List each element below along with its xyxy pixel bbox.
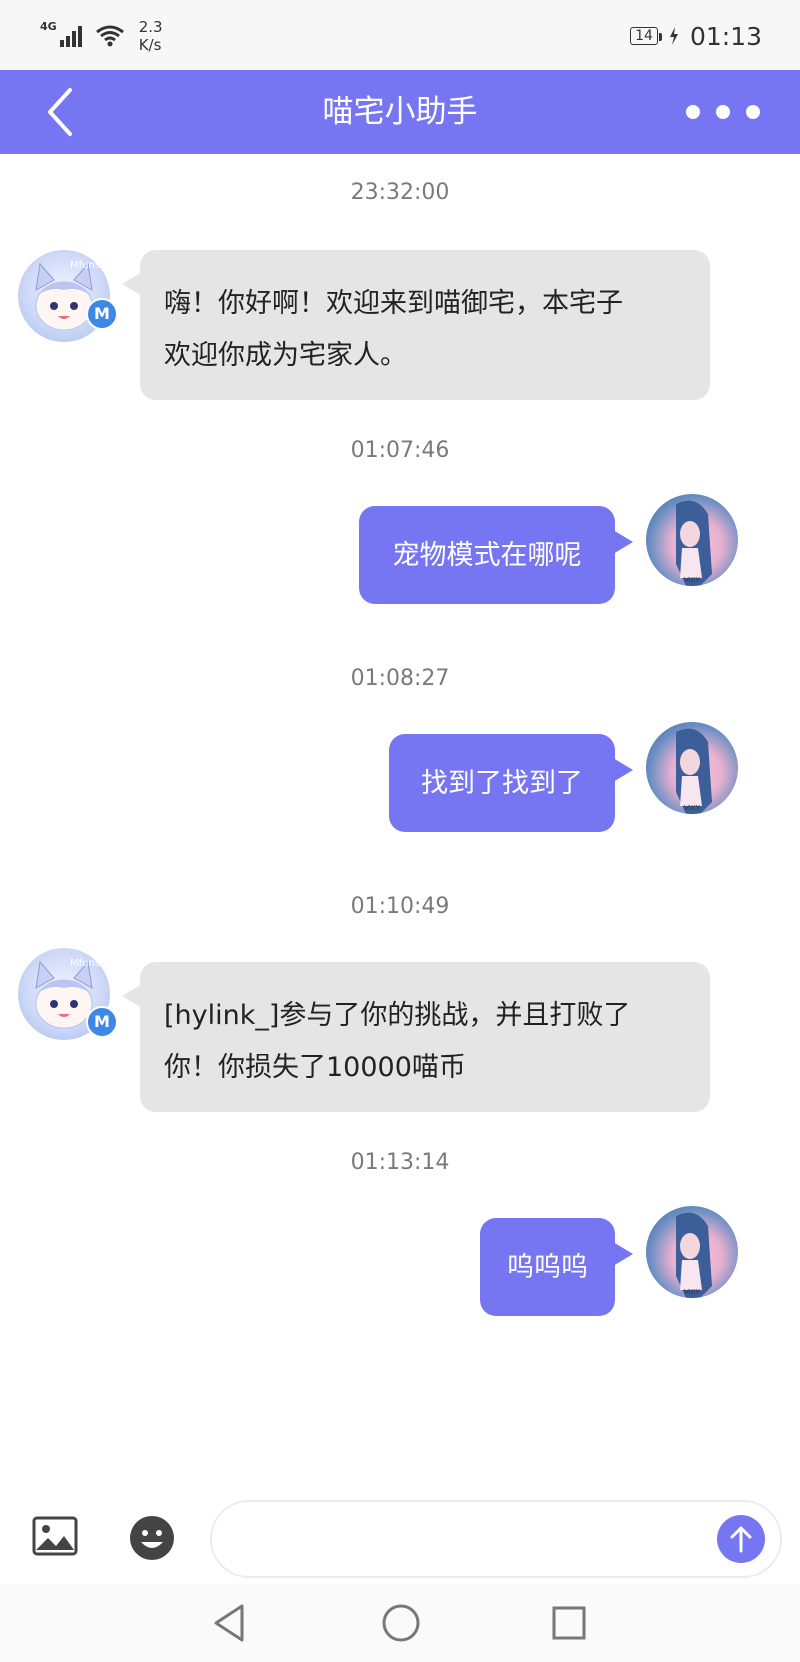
page-title: 喵宅小助手 [322, 94, 478, 130]
chat-header: 喵宅小助手 [0, 70, 800, 154]
input-bar [0, 1494, 800, 1584]
nav-home-button[interactable] [376, 1598, 426, 1648]
user-portrait-icon: VIXY [676, 500, 712, 586]
network-speed: 2.3 K/s [139, 18, 163, 54]
official-badge: M [86, 298, 118, 330]
user-avatar[interactable]: VIXY [646, 1206, 738, 1298]
status-bar: 4G 2.3 K/s 14 01:13 [0, 0, 800, 70]
circle-home-icon [382, 1604, 420, 1642]
message-bubble-bot[interactable]: [hylink_]参与了你的挑战，并且打败了 你！你损失了10000喵币 [122, 962, 710, 1112]
user-portrait-icon: VIXY [676, 1212, 712, 1298]
status-right: 14 01:13 [630, 18, 762, 54]
message-timestamp: 23:32:00 [350, 180, 450, 205]
bot-avatar-text: Mfuns [70, 958, 100, 969]
image-button[interactable] [32, 1516, 78, 1556]
more-button[interactable] [686, 92, 760, 132]
user-avatar[interactable]: VIXY [646, 722, 738, 814]
user-avatar-text: VIXY [684, 576, 701, 584]
charging-icon [669, 27, 678, 45]
message-text-line: 欢迎你成为宅家人。 [164, 340, 407, 371]
square-recents-icon [552, 1606, 586, 1640]
nav-back-button[interactable] [204, 1598, 254, 1648]
bubble-tail [613, 758, 633, 782]
message-bubble-user[interactable]: 呜呜呜 [480, 1218, 633, 1316]
message-input[interactable] [210, 1500, 782, 1578]
more-dots-icon [746, 105, 760, 119]
more-dots-icon [686, 105, 700, 119]
wifi-icon [95, 25, 124, 47]
message-list[interactable]: 23:32:00 Mfuns M 嗨！你好啊！欢迎来到喵御宅，本宅子 欢迎你成为… [0, 154, 800, 1494]
user-portrait-icon: VIXY [676, 728, 712, 814]
user-avatar-text: VIXY [684, 1288, 701, 1296]
message-text: 呜呜呜 [507, 1252, 588, 1283]
triangle-back-icon [214, 1604, 244, 1642]
speed-unit: K/s [138, 36, 162, 54]
signal-icon [59, 26, 82, 47]
message-text-line: [hylink_]参与了你的挑战，并且打败了 [164, 1000, 631, 1031]
bubble-tail [122, 984, 142, 1008]
emoji-icon [130, 1516, 174, 1560]
message-timestamp: 01:10:49 [350, 894, 450, 919]
status-left: 4G 2.3 K/s [40, 16, 163, 56]
more-dots-icon [716, 105, 730, 119]
send-arrow-icon [730, 1526, 752, 1553]
network-type: 4G [40, 19, 57, 33]
bubble-tail [613, 530, 633, 554]
message-text: 宠物模式在哪呢 [392, 540, 582, 571]
clock: 01:13 [689, 21, 762, 51]
send-button[interactable] [717, 1515, 765, 1563]
message-text-line: 嗨！你好啊！欢迎来到喵御宅，本宅子 [164, 288, 623, 319]
message-timestamp: 01:07:46 [350, 438, 450, 463]
user-avatar-text: VIXY [684, 804, 701, 812]
system-nav-bar [0, 1584, 800, 1662]
nav-recents-button[interactable] [544, 1598, 594, 1648]
emoji-button[interactable] [128, 1514, 176, 1562]
message-bubble-bot[interactable]: 嗨！你好啊！欢迎来到喵御宅，本宅子 欢迎你成为宅家人。 [122, 250, 710, 400]
message-timestamp: 01:13:14 [350, 1150, 450, 1175]
image-icon [32, 1516, 78, 1556]
message-bubble-user[interactable]: 找到了找到了 [389, 734, 633, 832]
bubble-tail [122, 272, 142, 296]
message-text: 找到了找到了 [421, 768, 583, 799]
user-avatar[interactable]: VIXY [646, 494, 738, 586]
bubble-tail [613, 1242, 633, 1266]
speed-value: 2.3 [138, 18, 163, 36]
message-text-line: 你！你损失了10000喵币 [164, 1052, 466, 1083]
battery-level: 14 [630, 27, 662, 45]
message-bubble-user[interactable]: 宠物模式在哪呢 [359, 506, 633, 604]
bot-avatar-text: Mfuns [70, 260, 100, 271]
official-badge: M [86, 1006, 118, 1038]
message-timestamp: 01:08:27 [350, 666, 450, 691]
